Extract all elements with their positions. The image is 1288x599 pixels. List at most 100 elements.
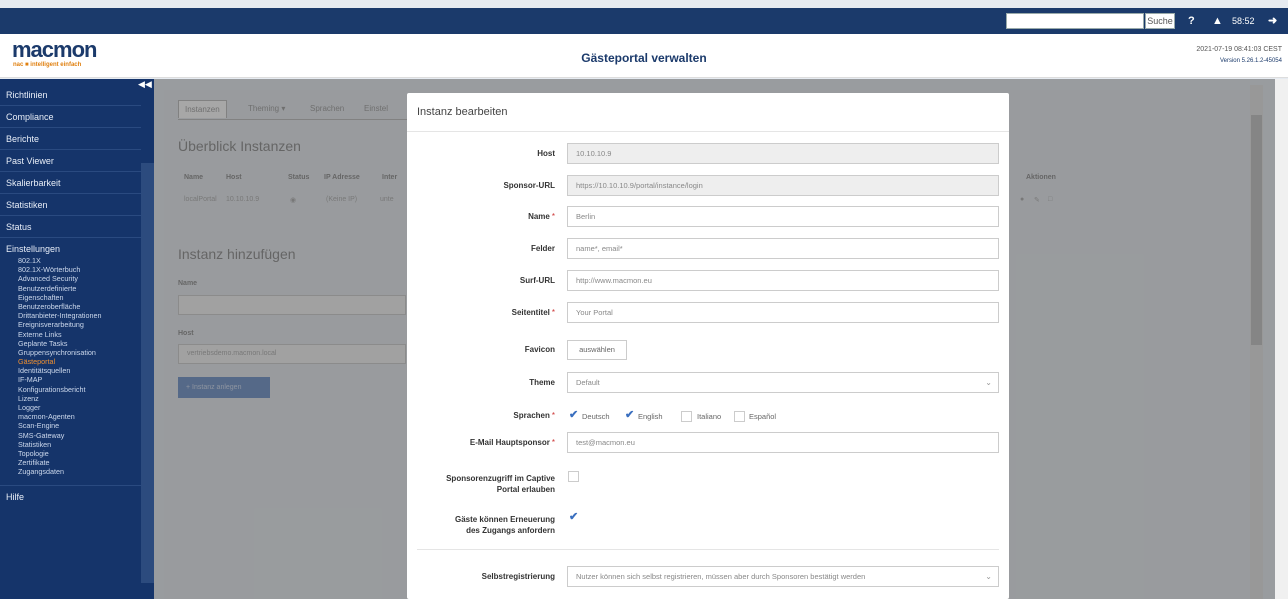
host-label: Host [407, 148, 555, 159]
sidebar-subitem[interactable]: Logger [0, 403, 141, 412]
checkbox-deutsch-label: Deutsch [582, 412, 610, 421]
required-mark: * [551, 438, 555, 447]
sidebar-subitem[interactable]: Drittanbieter-Integrationen [0, 311, 141, 320]
seitentitel-label-text: Seitentitel [511, 308, 550, 317]
sidebar-item-past-viewer[interactable]: Past Viewer [0, 150, 141, 172]
required-mark: * [551, 411, 555, 420]
name-field[interactable]: Berlin [567, 206, 999, 227]
checkbox-deutsch[interactable]: ✔ [569, 410, 578, 421]
renewal-checkbox[interactable]: ✔ [569, 512, 578, 523]
sponsor-access-label-line2: Portal erlauben [496, 485, 555, 494]
email-field[interactable]: test@macmon.eu [567, 432, 999, 453]
sidebar-subitem[interactable]: Eigenschaften [0, 293, 141, 302]
sidebar-subitem[interactable]: Scan-Engine [0, 421, 141, 430]
checkbox-english[interactable]: ✔ [625, 410, 634, 421]
email-label: E-Mail Hauptsponsor * [407, 437, 555, 448]
sidebar-subitem[interactable]: Topologie [0, 449, 141, 458]
sidebar: ◀◀ Richtlinien Compliance Berichte Past … [0, 79, 154, 599]
sidebar-subitem-gaesteportal[interactable]: Gästeportal [0, 357, 141, 366]
user-icon[interactable]: ▲ [1212, 13, 1223, 29]
sidebar-subitem[interactable]: Benutzeroberfläche [0, 302, 141, 311]
renewal-label-line1: Gäste können Erneuerung [454, 515, 555, 524]
settings-submenu: 802.1X 802.1X-Wörterbuch Advanced Securi… [0, 256, 154, 477]
checkbox-espanol[interactable] [734, 411, 745, 422]
edit-instance-modal: Instanz bearbeiten Host 10.10.10.9 Spons… [407, 93, 1009, 599]
required-mark: * [551, 308, 555, 317]
renewal-label: Gäste können Erneuerung des Zugangs anfor… [407, 514, 555, 536]
sidebar-subitem[interactable]: SMS-Gateway [0, 431, 141, 440]
sidebar-subitem[interactable]: IF-MAP [0, 375, 141, 384]
sprachen-label-text: Sprachen [513, 411, 550, 420]
self-registration-select[interactable]: Nutzer können sich selbst registrieren, … [567, 566, 999, 587]
favicon-choose-button[interactable]: auswählen [567, 340, 627, 360]
felder-label-text: Felder [530, 244, 555, 253]
email-label-text: E-Mail Hauptsponsor [469, 438, 550, 447]
theme-select-value: Default [576, 378, 600, 387]
renewal-label-line2: des Zugangs anfordern [466, 526, 555, 535]
favicon-label-text: Favicon [524, 345, 555, 354]
double-chevron-left-icon[interactable]: ◀◀ [138, 79, 152, 90]
chevron-down-icon: ⌄ [985, 378, 992, 387]
sidebar-subitem[interactable]: 802.1X [0, 256, 141, 265]
sidebar-subitem[interactable]: Zertifikate [0, 458, 141, 467]
search-button[interactable]: Suche [1145, 13, 1175, 29]
sidebar-subitem[interactable]: Externe Links [0, 330, 141, 339]
search-input[interactable] [1006, 13, 1144, 29]
sponsor-url-label-text: Sponsor-URL [503, 181, 555, 190]
header: macmon nac ■ intelligent einfach Gästepo… [0, 34, 1288, 78]
theme-label-text: Theme [529, 378, 555, 387]
checkbox-italiano[interactable] [681, 411, 692, 422]
seitentitel-field[interactable]: Your Portal [567, 302, 999, 323]
sidebar-subitem[interactable]: Gruppensynchronisation [0, 348, 141, 357]
sidebar-subitem[interactable]: Identitätsquellen [0, 366, 141, 375]
sidebar-item-statistiken[interactable]: Statistiken [0, 194, 141, 216]
favicon-label: Favicon [407, 344, 555, 355]
sidebar-subitem[interactable]: Zugangsdaten [0, 467, 141, 476]
header-version: Version 5.26.1.2-45054 [1219, 58, 1282, 64]
sidebar-scrollbar[interactable] [141, 163, 154, 583]
sponsor-url-field: https://10.10.10.9/portal/instance/login [567, 175, 999, 196]
sidebar-subitem[interactable]: Geplante Tasks [0, 339, 141, 348]
page-scrollbar[interactable] [1275, 79, 1288, 599]
sidebar-nav: Richtlinien Compliance Berichte Past Vie… [0, 84, 154, 507]
sponsor-access-checkbox[interactable] [568, 471, 579, 482]
checkbox-italiano-label: Italiano [697, 412, 722, 421]
sidebar-item-status[interactable]: Status [0, 216, 141, 238]
surf-url-field[interactable]: http://www.macmon.eu [567, 270, 999, 291]
name-label: Name * [407, 211, 555, 222]
sidebar-subitem[interactable]: Benutzerdefinierte [0, 284, 141, 293]
sidebar-subitem[interactable]: Lizenz [0, 394, 141, 403]
felder-field[interactable]: name*, email* [567, 238, 999, 259]
sidebar-item-richtlinien[interactable]: Richtlinien [0, 84, 141, 106]
sidebar-item-skalierbarkeit[interactable]: Skalierbarkeit [0, 172, 141, 194]
sponsor-access-label: Sponsorenzugriff im Captive Portal erlaub… [407, 473, 555, 495]
host-label-text: Host [537, 149, 555, 158]
session-timer: 58:52 [1232, 16, 1255, 26]
felder-label: Felder [407, 243, 555, 254]
sidebar-item-berichte[interactable]: Berichte [0, 128, 141, 150]
host-field: 10.10.10.9 [567, 143, 999, 164]
sidebar-subitem[interactable]: Advanced Security [0, 274, 141, 283]
sidebar-subitem[interactable]: Statistiken [0, 440, 141, 449]
modal-divider [407, 131, 1009, 132]
self-registration-value: Nutzer können sich selbst registrieren, … [576, 572, 866, 581]
logout-icon[interactable]: ➜ [1268, 13, 1277, 29]
sponsor-url-label: Sponsor-URL [407, 180, 555, 191]
seitentitel-label: Seitentitel * [407, 307, 555, 318]
sidebar-subitem[interactable]: macmon-Agenten [0, 412, 141, 421]
surf-url-label: Surf-URL [407, 275, 555, 286]
app-shell: Suche ? ▲ 58:52 ➜ macmon nac ■ intellige… [0, 0, 1288, 599]
checkbox-espanol-label: Español [749, 412, 777, 421]
help-icon[interactable]: ? [1188, 13, 1195, 29]
sidebar-item-compliance[interactable]: Compliance [0, 106, 141, 128]
sidebar-item-hilfe[interactable]: Hilfe [0, 484, 141, 507]
sidebar-subitem[interactable]: Ereignisverarbeitung [0, 320, 141, 329]
self-registration-label-text: Selbstregistrierung [481, 572, 555, 581]
self-registration-label: Selbstregistrierung [407, 571, 555, 582]
theme-label: Theme [407, 377, 555, 388]
sponsor-access-label-line1: Sponsorenzugriff im Captive [446, 474, 555, 483]
sidebar-subitem[interactable]: 802.1X-Wörterbuch [0, 265, 141, 274]
sidebar-subitem[interactable]: Konfigurationsbericht [0, 385, 141, 394]
theme-select[interactable]: Default ⌄ [567, 372, 999, 393]
name-label-text: Name [528, 212, 550, 221]
